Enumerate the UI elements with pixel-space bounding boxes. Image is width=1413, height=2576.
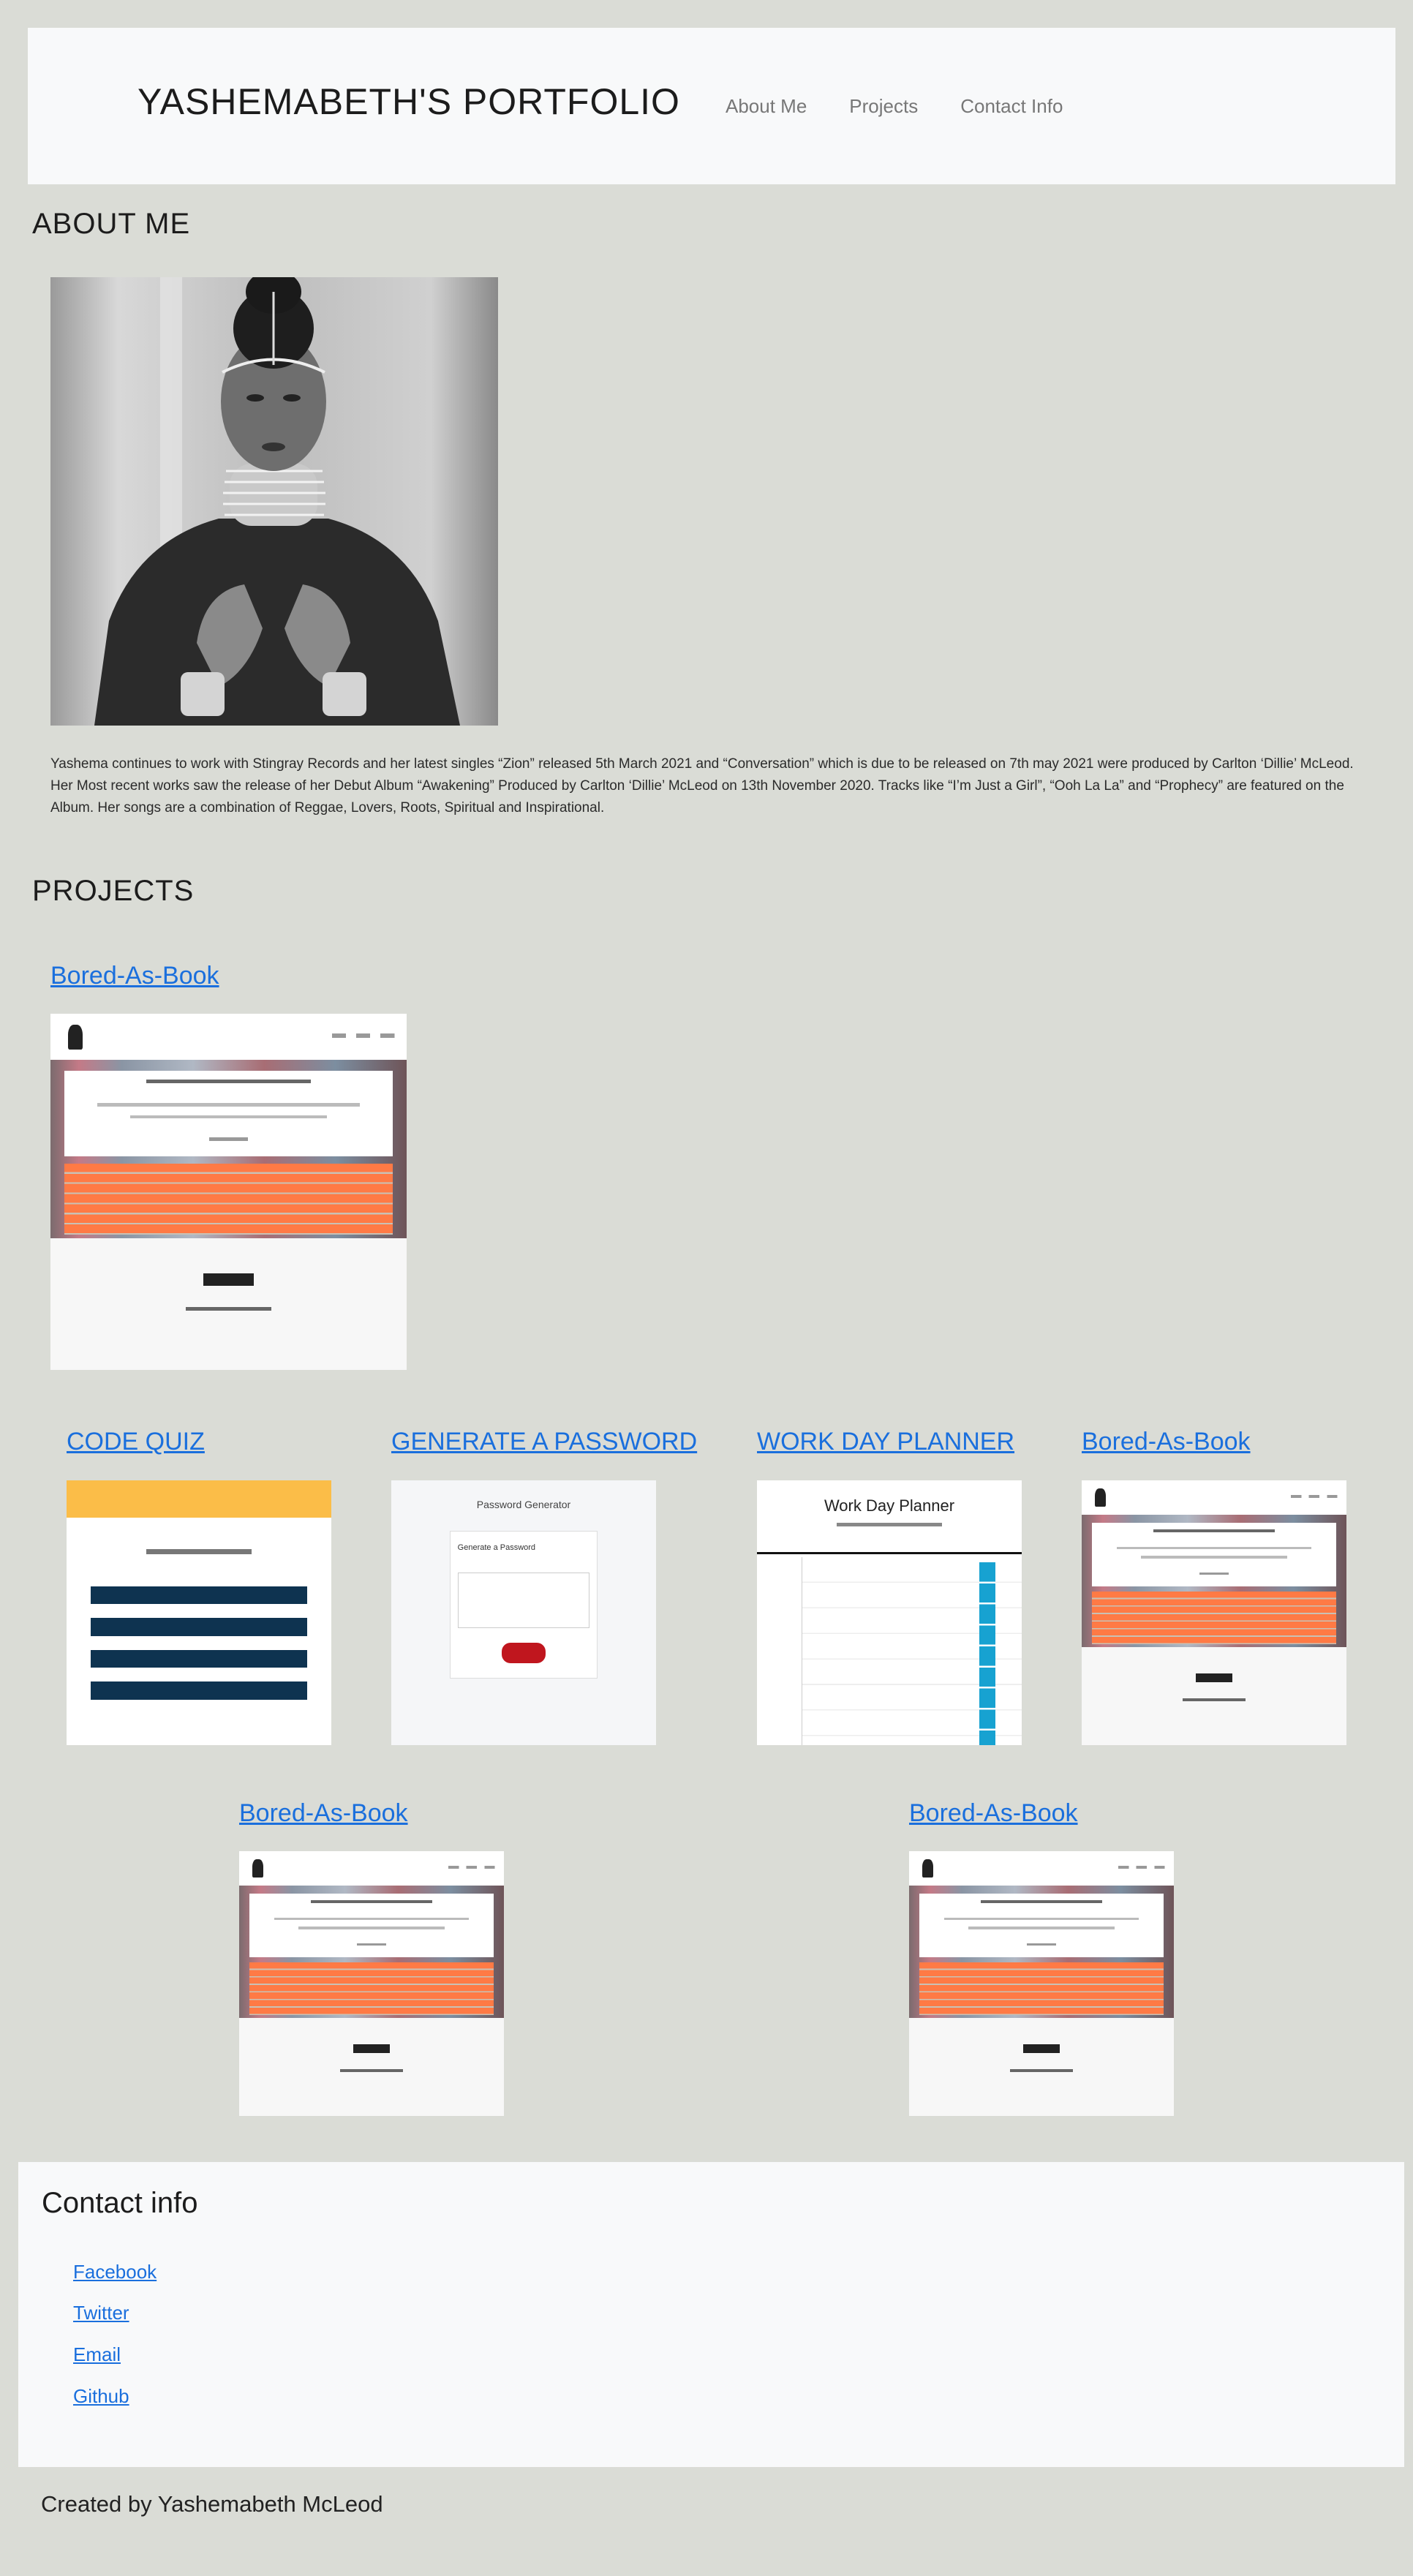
project-link-bored-as-book-featured[interactable]: Bored-As-Book	[50, 962, 219, 990]
project-link-bored-as-book-4[interactable]: Bored-As-Book	[909, 1799, 1078, 1828]
work-day-planner-screenshot: Work Day Planner	[757, 1480, 1022, 1745]
project-link-generate-a-password[interactable]: GENERATE A PASSWORD	[391, 1428, 697, 1456]
about-bio: Yashema continues to work with Stingray …	[50, 756, 1354, 816]
nav-contact-info[interactable]: Contact Info	[960, 95, 1063, 118]
contact-link-facebook[interactable]: Facebook	[73, 2261, 157, 2283]
planner-title: Work Day Planner	[824, 1496, 955, 1515]
bored-as-book-screenshot	[909, 1851, 1174, 2116]
password-generator-title: Password Generator	[476, 1499, 571, 1511]
site-header: YASHEMABETH'S PORTFOLIO About Me Project…	[28, 28, 1395, 184]
about-heading: ABOUT ME	[32, 208, 191, 240]
bored-as-book-screenshot	[50, 1014, 407, 1370]
contact-link-email[interactable]: Email	[73, 2343, 121, 2366]
site-title: YASHEMABETH'S PORTFOLIO	[137, 81, 680, 122]
nav-projects[interactable]: Projects	[849, 95, 918, 118]
logo-icon	[922, 1858, 933, 1878]
project-thumb-work-day-planner[interactable]: Work Day Planner	[757, 1480, 1022, 1745]
password-generator-screenshot: Password Generator Generate a Password	[391, 1480, 656, 1745]
logo-icon	[252, 1858, 263, 1878]
project-thumb-bored-as-book-featured[interactable]	[50, 1014, 407, 1370]
bored-as-book-screenshot	[1082, 1480, 1346, 1745]
project-thumb-bored-as-book-4[interactable]	[909, 1851, 1174, 2116]
project-link-bored-as-book-2[interactable]: Bored-As-Book	[1082, 1428, 1251, 1456]
code-quiz-screenshot	[67, 1480, 331, 1745]
password-card-title: Generate a Password	[457, 1543, 536, 1552]
project-thumb-bored-as-book-3[interactable]	[239, 1851, 504, 2116]
portrait-photo	[50, 277, 498, 726]
contact-heading: Contact info	[42, 2187, 198, 2219]
project-thumb-bored-as-book-2[interactable]	[1082, 1480, 1346, 1745]
bored-as-book-screenshot	[239, 1851, 504, 2116]
logo-icon	[68, 1024, 83, 1050]
footer-credit: Created by Yashemabeth McLeod	[41, 2491, 383, 2517]
contact-link-twitter[interactable]: Twitter	[73, 2302, 129, 2324]
contact-section: Contact info Facebook Twitter Email Gith…	[18, 2162, 1404, 2467]
project-link-work-day-planner[interactable]: WORK DAY PLANNER	[757, 1428, 1014, 1456]
project-thumb-code-quiz[interactable]	[67, 1480, 331, 1745]
logo-icon	[1095, 1488, 1106, 1507]
main-nav: About Me Projects Contact Info	[726, 95, 1105, 118]
project-link-bored-as-book-3[interactable]: Bored-As-Book	[239, 1799, 408, 1828]
projects-heading: PROJECTS	[32, 875, 195, 907]
nav-about-me[interactable]: About Me	[726, 95, 807, 118]
project-thumb-generate-a-password[interactable]: Password Generator Generate a Password	[391, 1480, 656, 1745]
contact-link-github[interactable]: Github	[73, 2385, 129, 2408]
project-link-code-quiz[interactable]: CODE QUIZ	[67, 1428, 205, 1456]
